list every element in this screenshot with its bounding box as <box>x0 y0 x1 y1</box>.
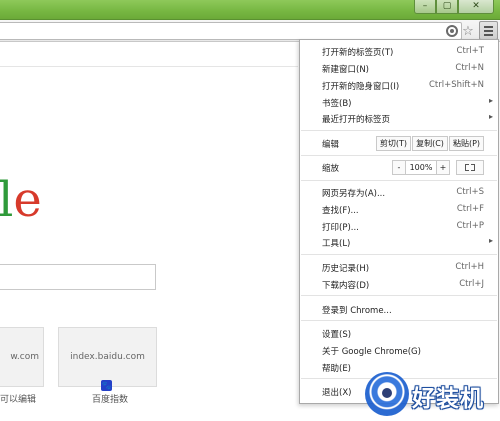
close-button[interactable]: ✕ <box>458 0 494 14</box>
menu-item-label: 新建窗口(N) <box>322 65 369 75</box>
chrome-main-menu: 打开新的标签页(T) Ctrl+T 新建窗口(N) Ctrl+N 打开新的隐身窗… <box>299 39 499 404</box>
menu-item-label: 退出(X) <box>322 388 352 398</box>
page-header-strip <box>0 43 298 67</box>
menu-item-shortcut: Ctrl+F <box>456 204 484 214</box>
menu-separator <box>301 320 497 321</box>
paste-button[interactable]: 粘贴(P) <box>449 136 484 151</box>
fullscreen-icon[interactable] <box>456 160 484 175</box>
menu-item-tools[interactable]: 工具(L) ▸ <box>300 234 498 250</box>
menu-item-label: 帮助(E) <box>322 364 352 374</box>
menu-item-shortcut: Ctrl+S <box>456 187 484 197</box>
menu-item-label: 书签(B) <box>322 99 352 109</box>
menu-separator <box>301 130 497 131</box>
menu-item-settings[interactable]: 设置(S) <box>300 325 498 341</box>
menu-item-new-tab[interactable]: 打开新的标签页(T) Ctrl+T <box>300 43 498 59</box>
most-visited-tile[interactable]: w.com <box>0 327 44 387</box>
submenu-arrow-icon: ▸ <box>488 112 493 121</box>
maximize-button[interactable]: ▢ <box>436 0 458 14</box>
submenu-arrow-icon: ▸ <box>488 236 493 245</box>
most-visited-tile[interactable]: index.baidu.com <box>58 327 157 387</box>
menu-item-label: 登录到 Chrome... <box>322 306 392 316</box>
menu-item-label: 查找(F)... <box>322 206 359 216</box>
menu-item-new-window[interactable]: 新建窗口(N) Ctrl+N <box>300 60 498 76</box>
menu-item-bookmarks[interactable]: 书签(B) ▸ <box>300 94 498 110</box>
address-bar[interactable] <box>0 22 462 40</box>
menu-icon[interactable] <box>479 21 498 40</box>
menu-item-recent-tabs[interactable]: 最近打开的标签页 ▸ <box>300 110 498 126</box>
menu-item-downloads[interactable]: 下载内容(D) Ctrl+J <box>300 276 498 292</box>
menu-item-label: 最近打开的标签页 <box>322 115 391 125</box>
menu-item-save-page[interactable]: 网页另存为(A)... Ctrl+S <box>300 184 498 200</box>
google-logo-fragment: le <box>0 176 42 224</box>
star-icon[interactable]: ☆ <box>460 23 476 39</box>
menu-separator <box>301 295 497 296</box>
window-titlebar: – ▢ ✕ <box>0 0 500 20</box>
menu-item-label: 编辑 <box>322 140 340 150</box>
menu-item-about[interactable]: 关于 Google Chrome(G) <box>300 342 498 358</box>
menu-item-shortcut: Ctrl+N <box>455 63 484 73</box>
menu-separator <box>301 180 497 181</box>
baidu-paw-icon: 🐾 <box>101 380 112 391</box>
menu-item-help[interactable]: 帮助(E) <box>300 359 498 375</box>
menu-item-label: 打印(P)... <box>322 223 359 233</box>
zoom-out-button[interactable]: - <box>392 160 406 175</box>
tile-title: w.com <box>10 352 39 362</box>
menu-item-history[interactable]: 历史记录(H) Ctrl+H <box>300 259 498 275</box>
watermark-text: 好装机 <box>412 386 484 412</box>
extension-icon[interactable] <box>444 23 460 39</box>
menu-item-label: 打开新的隐身窗口(I) <box>322 82 400 92</box>
watermark-logo <box>365 372 409 416</box>
menu-item-label: 网页另存为(A)... <box>322 189 386 199</box>
menu-item-label: 关于 Google Chrome(G) <box>322 347 421 357</box>
menu-item-shortcut: Ctrl+H <box>455 262 484 272</box>
menu-item-label: 工具(L) <box>322 239 351 249</box>
submenu-arrow-icon: ▸ <box>488 96 493 105</box>
menu-separator <box>301 254 497 255</box>
tile-caption[interactable]: 百度指数 <box>92 392 128 405</box>
cut-button[interactable]: 剪切(T) <box>376 136 411 151</box>
window-controls: – ▢ ✕ <box>414 0 494 14</box>
menu-item-shortcut: Ctrl+Shift+N <box>428 80 484 90</box>
menu-item-shortcut: Ctrl+P <box>456 221 484 231</box>
menu-item-label: 缩放 <box>322 164 340 174</box>
menu-item-shortcut: Ctrl+J <box>459 279 484 289</box>
tile-title: index.baidu.com <box>70 352 145 362</box>
menu-item-find[interactable]: 查找(F)... Ctrl+F <box>300 201 498 217</box>
menu-item-label: 打开新的标签页(T) <box>322 48 394 58</box>
logo-letter-l: l <box>0 172 14 228</box>
zoom-in-button[interactable]: + <box>436 160 450 175</box>
menu-item-label: 下载内容(D) <box>322 281 370 291</box>
menu-separator <box>301 155 497 156</box>
menu-item-sign-in[interactable]: 登录到 Chrome... <box>300 301 498 317</box>
minimize-button[interactable]: – <box>414 0 436 14</box>
search-input[interactable] <box>0 264 156 290</box>
logo-letter-e: e <box>13 172 42 228</box>
menu-item-label: 历史记录(H) <box>322 264 370 274</box>
copy-button[interactable]: 复制(C) <box>412 136 448 151</box>
menu-item-label: 设置(S) <box>322 330 352 340</box>
menu-item-incognito[interactable]: 打开新的隐身窗口(I) Ctrl+Shift+N <box>300 77 498 93</box>
menu-item-shortcut: Ctrl+T <box>456 46 484 56</box>
menu-item-print[interactable]: 打印(P)... Ctrl+P <box>300 218 498 234</box>
zoom-level: 100% <box>406 160 436 175</box>
tile-caption[interactable]: 可以编辑 <box>0 392 36 405</box>
